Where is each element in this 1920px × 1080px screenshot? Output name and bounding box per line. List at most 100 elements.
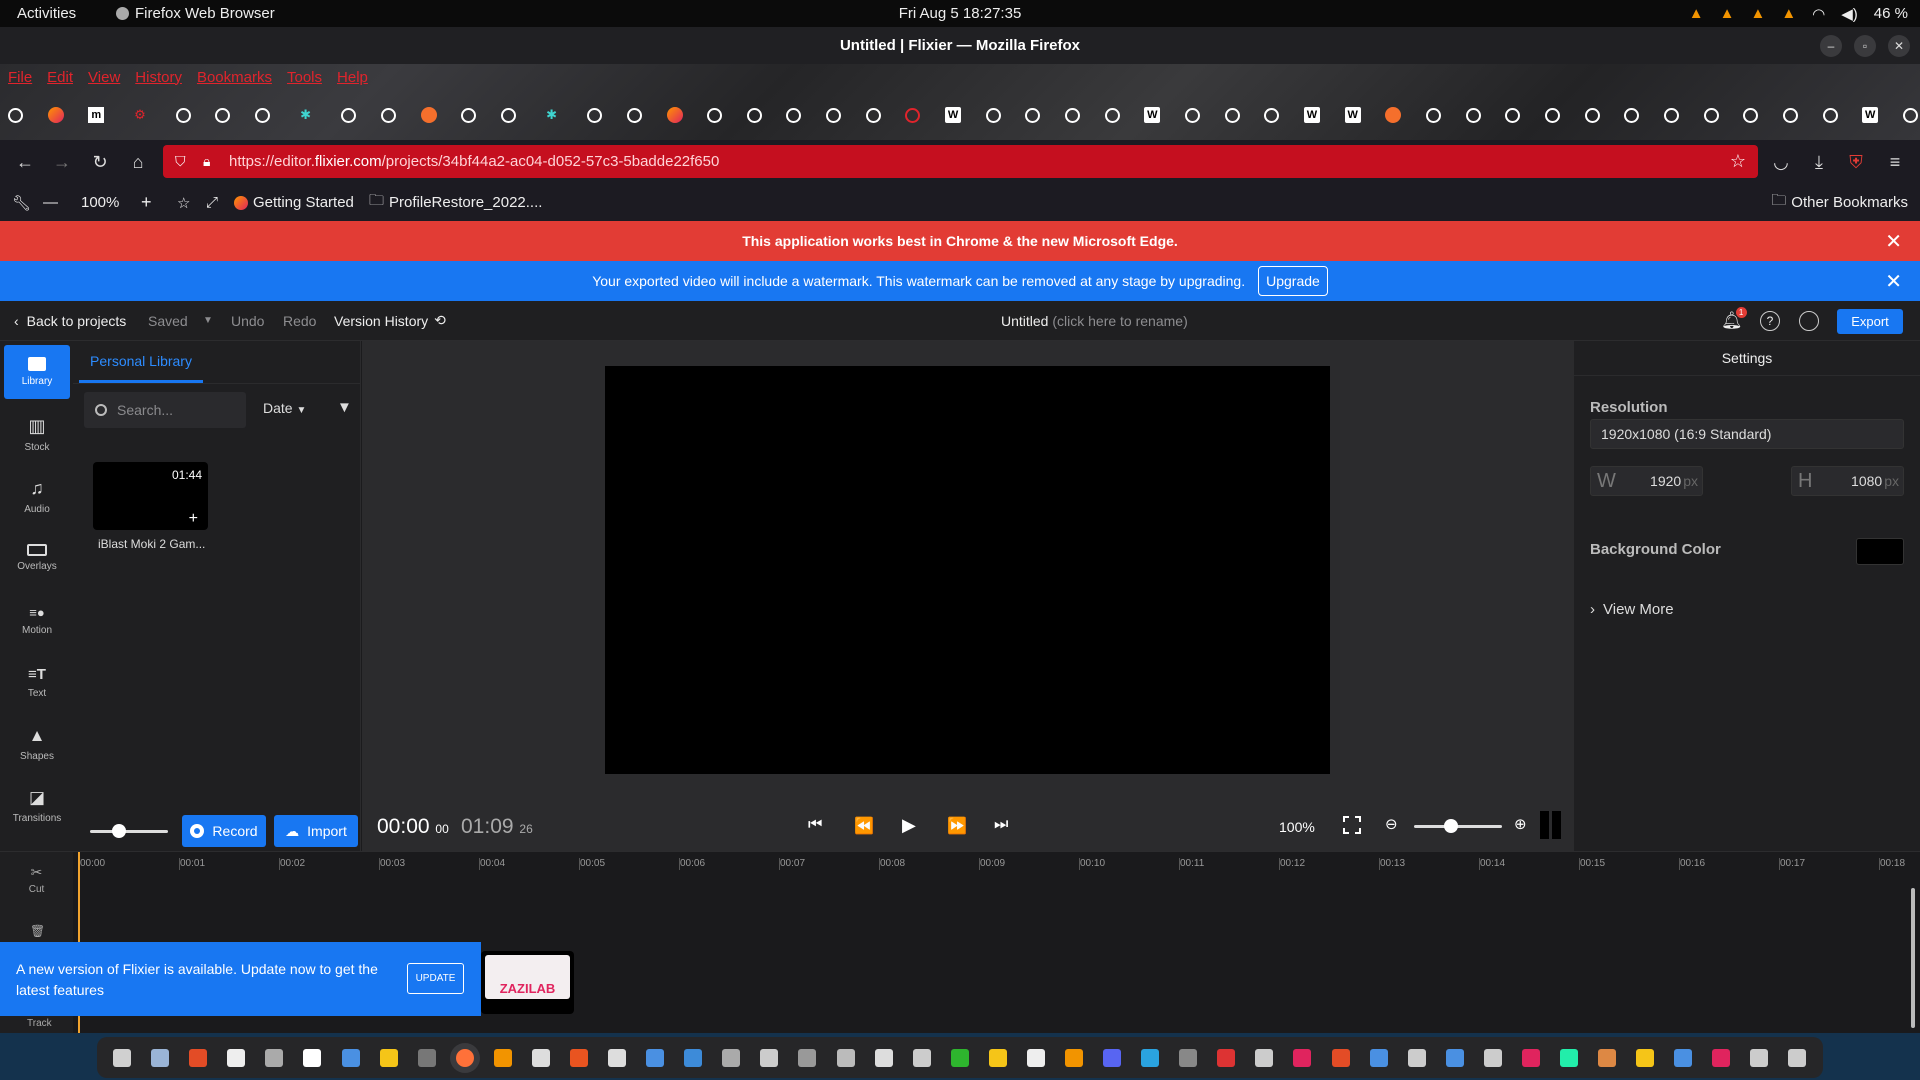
wikipedia-icon[interactable]: W (1344, 107, 1361, 123)
dock-app-icon[interactable] (379, 1048, 398, 1067)
undo-button[interactable]: Undo (231, 313, 264, 329)
github-icon[interactable] (8, 107, 23, 123)
dock-app-icon[interactable] (1598, 1048, 1617, 1067)
system-tray[interactable]: ▲ ▲ ▲ ▲ ◠ ◀) 46 % (1689, 5, 1908, 23)
github-icon[interactable] (1743, 107, 1759, 123)
github-icon[interactable] (1782, 107, 1798, 123)
export-button[interactable]: Export (1837, 309, 1903, 334)
forward-icon[interactable]: → (47, 147, 77, 177)
dock-app-icon[interactable] (1712, 1048, 1731, 1067)
wikipedia-icon[interactable]: W (945, 107, 962, 123)
dock-app-icon[interactable] (646, 1048, 665, 1067)
github-icon[interactable] (1822, 107, 1838, 123)
dock-app-icon[interactable] (836, 1048, 855, 1067)
lock-icon[interactable]: 🔒︎ (203, 153, 210, 170)
resolution-select[interactable]: 1920x1080 (16:9 Standard) (1590, 419, 1904, 449)
github-icon[interactable] (707, 107, 723, 123)
dock-app-icon[interactable] (1026, 1048, 1045, 1067)
dock-app-icon[interactable] (1560, 1048, 1578, 1067)
github-icon[interactable] (341, 107, 357, 123)
dock-app-icon[interactable] (265, 1048, 284, 1067)
ublock-icon[interactable]: ⛨ (1841, 147, 1871, 177)
back-to-projects-button[interactable]: ‹ Back to projects (14, 313, 126, 329)
github-icon[interactable] (500, 107, 516, 123)
zoom-in-icon[interactable]: + (141, 192, 152, 213)
github-icon[interactable] (1465, 107, 1481, 123)
rail-item-overlays[interactable]: Overlays (4, 531, 70, 585)
version-history-button[interactable]: Version History ⟲ (334, 312, 446, 329)
dock-app-icon[interactable] (1636, 1048, 1655, 1067)
github-icon[interactable] (215, 107, 231, 123)
timeline-scrollbar[interactable] (1911, 888, 1915, 1028)
zoom-out-icon[interactable]: — (43, 194, 58, 211)
zoom-out-icon[interactable]: ⊖ (1385, 815, 1398, 833)
dock-app-icon[interactable] (950, 1048, 969, 1067)
slider-handle[interactable] (1444, 819, 1458, 833)
skip-end-icon[interactable]: ⏭ (994, 816, 1008, 834)
chevron-down-icon[interactable]: ▼ (203, 315, 213, 326)
height-field[interactable]: H 1080 px (1791, 466, 1904, 496)
rail-item-transitions[interactable]: ◪ Transitions (4, 779, 70, 833)
coin-icon[interactable] (420, 107, 437, 123)
pocket-icon[interactable]: ◡ (1766, 147, 1796, 177)
app-menu[interactable]: Firefox Web Browser (116, 5, 275, 22)
wikipedia-icon[interactable]: W (1144, 107, 1161, 123)
dock-app-icon[interactable] (341, 1048, 360, 1067)
dock-app-icon[interactable] (874, 1048, 893, 1067)
panel-toggle-icon[interactable] (1552, 811, 1561, 839)
github-icon[interactable] (985, 107, 1001, 123)
fast-forward-icon[interactable]: ⏩ (947, 816, 967, 836)
preview-zoom-slider[interactable] (1414, 819, 1502, 833)
github-icon[interactable] (746, 107, 762, 123)
width-field[interactable]: W 1920 px (1590, 466, 1703, 496)
dock-app-icon[interactable] (684, 1048, 703, 1067)
dock-app-icon[interactable] (1331, 1048, 1350, 1067)
zoom-level[interactable]: 100% (81, 194, 119, 211)
filter-icon[interactable]: ▼ (337, 399, 352, 416)
dock-app-icon[interactable] (1255, 1048, 1274, 1067)
maximize-button[interactable]: ▫ (1854, 34, 1876, 57)
bookmark-star-icon[interactable]: ☆ (1730, 151, 1746, 172)
help-icon[interactable]: ? (1760, 310, 1780, 331)
dock-app-icon[interactable] (760, 1048, 779, 1067)
dock-app-icon[interactable] (1369, 1048, 1388, 1067)
github-icon[interactable] (1104, 107, 1120, 123)
project-title[interactable]: Untitled (click here to rename) (1001, 313, 1188, 329)
menu-help[interactable]: Help (337, 69, 368, 86)
github-icon[interactable] (1505, 107, 1521, 123)
github-icon[interactable] (254, 107, 270, 123)
dock-app-icon[interactable] (912, 1048, 931, 1067)
dock-app-icon[interactable] (455, 1048, 474, 1067)
dock-app-icon[interactable] (1750, 1048, 1769, 1067)
github-icon[interactable] (1065, 107, 1081, 123)
preview-zoom[interactable]: 100% (1279, 819, 1315, 835)
github-icon[interactable] (587, 107, 603, 123)
sort-dropdown[interactable]: Date ▼ (263, 400, 306, 416)
url-bar[interactable]: ⛉ 🔒︎ https://editor.flixier.com/projects… (163, 145, 1758, 178)
medium-icon[interactable]: m (88, 107, 105, 123)
github-icon[interactable] (1264, 107, 1280, 123)
close-window-button[interactable]: ✕ (1888, 34, 1910, 57)
github-icon[interactable] (626, 107, 642, 123)
zoom-in-icon[interactable]: ⊕ (1514, 815, 1527, 833)
firefox-icon[interactable] (666, 107, 683, 123)
dock-app-icon[interactable] (303, 1048, 322, 1067)
fullscreen-icon[interactable]: ⤢ (206, 194, 218, 211)
github-icon[interactable] (1185, 107, 1201, 123)
activities-button[interactable]: Activities (17, 5, 76, 22)
rewind-icon[interactable]: ⏪ (854, 816, 874, 836)
github-icon[interactable] (826, 107, 842, 123)
menu-view[interactable]: View (88, 69, 120, 86)
rail-item-stock[interactable]: ▥ Stock (4, 407, 70, 461)
bookmark-getting-started[interactable]: Getting Started (234, 194, 354, 211)
menu-edit[interactable]: Edit (47, 69, 73, 86)
dock-app-icon[interactable] (1141, 1048, 1160, 1067)
globe-icon[interactable] (905, 107, 921, 123)
dock-app-icon[interactable] (1179, 1048, 1198, 1067)
dock-app-icon[interactable] (1483, 1048, 1502, 1067)
github-icon[interactable] (1902, 107, 1918, 123)
github-icon[interactable] (1544, 107, 1560, 123)
dock-app-icon[interactable] (417, 1048, 436, 1067)
coin-icon[interactable] (1385, 107, 1402, 123)
firefox-icon[interactable] (47, 107, 64, 123)
